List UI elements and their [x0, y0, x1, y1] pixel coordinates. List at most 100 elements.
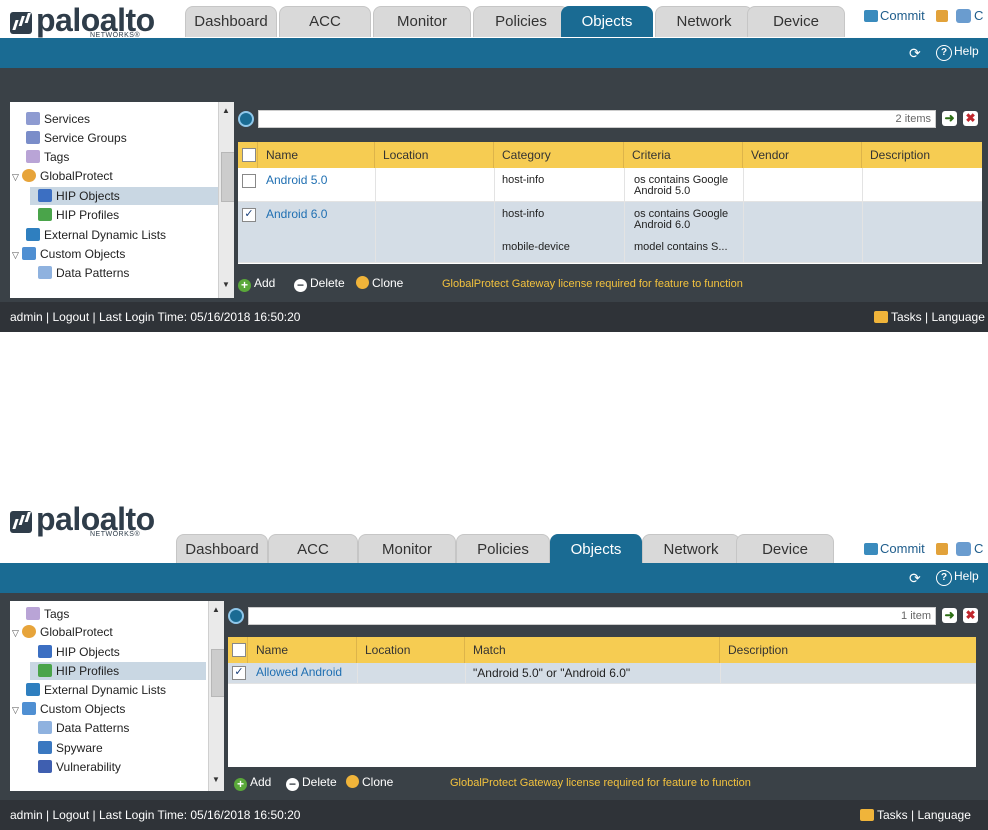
tab-monitor[interactable]: Monitor	[373, 6, 471, 37]
tab-objects[interactable]: Objects	[561, 6, 653, 37]
tab-network[interactable]: Network	[642, 534, 740, 565]
tree-scrollbar[interactable]: ▲ ▼	[208, 601, 224, 791]
row-checkbox[interactable]	[242, 174, 256, 188]
language-link[interactable]: Language	[917, 808, 970, 822]
table-row-selected[interactable]: ✓ Allowed Android "Android 5.0" or "Andr…	[228, 663, 976, 684]
clear-filter-icon[interactable]: ✖	[963, 608, 978, 623]
config-lock-icon[interactable]	[936, 10, 948, 22]
tree-item-custom-objects[interactable]: ▽ Custom Objects	[12, 245, 125, 263]
column-name[interactable]: Name	[248, 637, 357, 663]
column-description[interactable]: Description	[862, 142, 982, 168]
edl-icon	[26, 228, 40, 241]
add-button[interactable]: + Add	[234, 775, 271, 791]
delete-button[interactable]: − Delete	[286, 775, 337, 791]
table-row[interactable]: Android 5.0 host-info os contains Google…	[238, 168, 982, 202]
tab-device[interactable]: Device	[736, 534, 834, 565]
select-all-checkbox[interactable]	[242, 148, 256, 162]
commit-button[interactable]: Commit	[864, 541, 925, 556]
help-button[interactable]: ? Help	[936, 44, 979, 61]
collapse-triangle-icon[interactable]: ▽	[12, 246, 22, 264]
object-name-link[interactable]: Android 6.0	[266, 208, 327, 220]
tree-item-spyware[interactable]: Spyware	[38, 739, 103, 757]
tab-network[interactable]: Network	[655, 6, 753, 37]
tree-scrollbar[interactable]: ▲ ▼	[218, 102, 234, 298]
collapse-triangle-icon[interactable]: ▽	[12, 624, 22, 642]
config-icon[interactable]	[956, 9, 971, 23]
search-input[interactable]: 1 item	[248, 607, 936, 625]
refresh-icon[interactable]: ⟳	[909, 46, 923, 60]
tree-item-data-patterns[interactable]: Data Patterns	[38, 719, 129, 737]
help-button[interactable]: ? Help	[936, 569, 979, 586]
column-vendor[interactable]: Vendor	[743, 142, 862, 168]
column-name[interactable]: Name	[258, 142, 375, 168]
tab-acc[interactable]: ACC	[279, 6, 371, 37]
tree-item-vulnerability[interactable]: Vulnerability	[38, 758, 121, 776]
apply-filter-icon[interactable]: ➜	[942, 111, 957, 126]
tree-item-services[interactable]: Services	[26, 110, 90, 128]
tree-item-tags[interactable]: Tags	[26, 605, 69, 623]
column-category[interactable]: Category	[494, 142, 624, 168]
add-button[interactable]: + Add	[238, 276, 275, 292]
refresh-icon[interactable]: ⟳	[909, 571, 923, 585]
tree-item-external-dynamic-lists[interactable]: External Dynamic Lists	[26, 681, 166, 699]
scroll-down-icon[interactable]: ▼	[212, 775, 220, 784]
profile-name-link[interactable]: Allowed Android	[256, 666, 342, 678]
object-name-link[interactable]: Android 5.0	[266, 174, 327, 186]
config-label-truncated[interactable]: C	[974, 541, 983, 556]
tree-item-globalprotect[interactable]: ▽ GlobalProtect	[12, 167, 113, 185]
tab-objects[interactable]: Objects	[550, 534, 642, 565]
tab-dashboard[interactable]: Dashboard	[176, 534, 268, 565]
commit-button[interactable]: Commit	[864, 8, 925, 23]
column-criteria[interactable]: Criteria	[624, 142, 743, 168]
scroll-down-icon[interactable]: ▼	[222, 280, 230, 289]
collapse-triangle-icon[interactable]: ▽	[12, 168, 22, 186]
tab-policies[interactable]: Policies	[473, 6, 569, 37]
tasks-link[interactable]: Tasks	[891, 310, 922, 324]
commit-icon	[864, 543, 878, 555]
tree-item-service-groups[interactable]: Service Groups	[26, 129, 127, 147]
column-location[interactable]: Location	[357, 637, 465, 663]
clone-button[interactable]: Clone	[346, 775, 393, 789]
language-link[interactable]: Language	[931, 310, 984, 324]
config-lock-icon[interactable]	[936, 543, 948, 555]
row-checkbox-checked[interactable]: ✓	[232, 666, 246, 680]
tasks-link[interactable]: Tasks	[877, 808, 908, 822]
tree-item-tags[interactable]: Tags	[26, 148, 69, 166]
collapse-triangle-icon[interactable]: ▽	[12, 701, 22, 719]
scroll-up-icon[interactable]: ▲	[212, 605, 220, 614]
tree-item-hip-profiles[interactable]: HIP Profiles	[38, 206, 119, 224]
scroll-thumb[interactable]	[211, 649, 224, 697]
admin-user[interactable]: admin	[10, 310, 43, 324]
tree-item-hip-objects[interactable]: HIP Objects	[30, 187, 220, 205]
tree-item-data-patterns[interactable]: Data Patterns	[38, 264, 129, 282]
admin-user[interactable]: admin	[10, 808, 43, 822]
select-all-checkbox[interactable]	[232, 643, 246, 657]
search-input[interactable]: 2 items	[258, 110, 936, 128]
tree-item-hip-profiles[interactable]: HIP Profiles	[30, 662, 206, 680]
scroll-thumb[interactable]	[221, 152, 234, 202]
clear-filter-icon[interactable]: ✖	[963, 111, 978, 126]
tree-item-custom-objects[interactable]: ▽ Custom Objects	[12, 700, 125, 718]
tab-policies[interactable]: Policies	[456, 534, 550, 565]
logout-link[interactable]: Logout	[52, 310, 89, 324]
column-location[interactable]: Location	[375, 142, 494, 168]
column-match[interactable]: Match	[465, 637, 720, 663]
tab-acc[interactable]: ACC	[268, 534, 358, 565]
config-label-truncated[interactable]: C	[974, 8, 983, 23]
logout-link[interactable]: Logout	[52, 808, 89, 822]
tab-device[interactable]: Device	[747, 6, 845, 37]
clone-button[interactable]: Clone	[356, 276, 403, 290]
category-cell: host-info	[502, 174, 545, 186]
tab-monitor[interactable]: Monitor	[358, 534, 456, 565]
delete-button[interactable]: − Delete	[294, 276, 345, 292]
tab-dashboard[interactable]: Dashboard	[185, 6, 277, 37]
table-row-selected[interactable]: ✓ Android 6.0 host-info os contains Goog…	[238, 202, 982, 263]
tree-item-globalprotect[interactable]: ▽ GlobalProtect	[12, 623, 113, 641]
column-description[interactable]: Description	[720, 637, 976, 663]
tree-item-hip-objects[interactable]: HIP Objects	[38, 643, 120, 661]
config-icon[interactable]	[956, 542, 971, 556]
tree-item-external-dynamic-lists[interactable]: External Dynamic Lists	[26, 226, 166, 244]
row-checkbox-checked[interactable]: ✓	[242, 208, 256, 222]
scroll-up-icon[interactable]: ▲	[222, 106, 230, 115]
apply-filter-icon[interactable]: ➜	[942, 608, 957, 623]
